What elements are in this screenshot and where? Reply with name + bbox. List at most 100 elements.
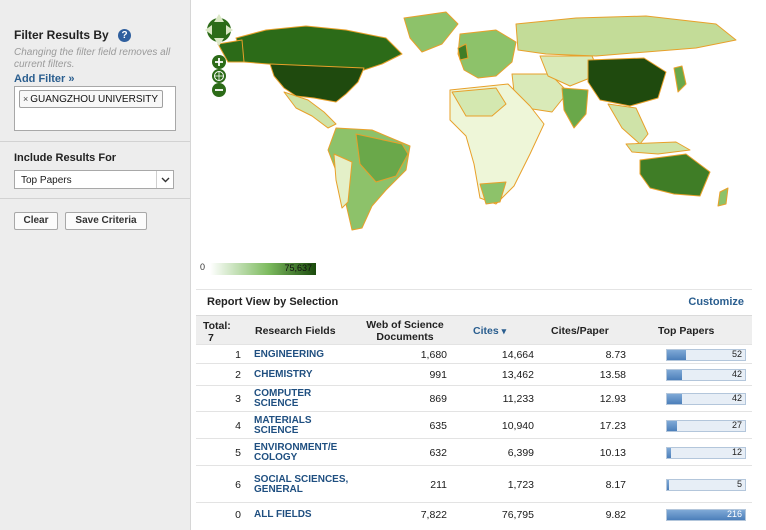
top-papers-bar-fill bbox=[667, 420, 677, 431]
table-row: 0 ALL FIELDS 7,822 76,795 9.82 216 bbox=[196, 502, 752, 527]
rank-cell: 0 bbox=[235, 509, 241, 521]
documents-cell: 211 bbox=[430, 478, 447, 491]
map-region-indonesia[interactable] bbox=[625, 141, 691, 155]
research-field-link[interactable]: MATERIALS SCIENCE bbox=[254, 415, 354, 436]
top-papers-value: 42 bbox=[731, 369, 742, 379]
rank-cell: 6 bbox=[235, 478, 241, 491]
rank-cell: 3 bbox=[235, 393, 241, 405]
cites-per-paper-cell: 9.82 bbox=[605, 509, 626, 521]
documents-cell: 1,680 bbox=[420, 348, 447, 361]
map-legend: 0 75,637 bbox=[196, 262, 326, 276]
filter-results-title: Filter Results By bbox=[14, 28, 109, 42]
documents-cell: 869 bbox=[429, 393, 447, 405]
panel-divider bbox=[0, 141, 190, 142]
map-region-australia[interactable] bbox=[639, 153, 711, 197]
globe-icon[interactable] bbox=[212, 69, 226, 83]
active-filter-box[interactable]: × GUANGZHOU UNIVERSITY bbox=[14, 86, 176, 131]
cites-cell: 14,664 bbox=[501, 348, 534, 361]
report-header: Report View by Selection Customize bbox=[196, 289, 752, 312]
top-papers-bar: 42 bbox=[666, 369, 746, 381]
top-papers-value: 216 bbox=[726, 509, 742, 519]
save-criteria-button[interactable]: Save Criteria bbox=[65, 212, 147, 230]
map-region-usa[interactable] bbox=[269, 63, 365, 103]
total-label: Total: bbox=[203, 320, 231, 332]
cites-per-paper-header[interactable]: Cites/Paper bbox=[551, 325, 609, 337]
map-region-india[interactable] bbox=[561, 87, 589, 129]
cites-cell: 11,233 bbox=[502, 393, 534, 405]
help-icon[interactable]: ? bbox=[118, 29, 131, 42]
top-papers-value: 52 bbox=[731, 348, 742, 359]
cites-cell: 10,940 bbox=[501, 419, 534, 432]
research-field-link[interactable]: SOCIAL SCIENCES, GENERAL bbox=[254, 474, 354, 495]
include-results-title: Include Results For bbox=[14, 152, 117, 164]
top-papers-bar-fill bbox=[667, 479, 669, 490]
zoom-in-icon[interactable] bbox=[212, 55, 226, 69]
pan-control-icon[interactable] bbox=[205, 14, 233, 46]
cites-header[interactable]: Cites ▾ bbox=[473, 325, 506, 337]
panel-divider bbox=[0, 198, 190, 199]
research-field-link[interactable]: CHEMISTRY bbox=[254, 370, 354, 380]
map-region-china[interactable] bbox=[587, 57, 667, 107]
cites-cell: 6,399 bbox=[507, 446, 534, 459]
research-field-link[interactable]: ENVIRONMENT/E COLOGY bbox=[254, 442, 354, 463]
chevron-down-icon[interactable] bbox=[156, 171, 173, 188]
zoom-out-icon[interactable] bbox=[212, 83, 226, 97]
map-region-canada[interactable] bbox=[235, 25, 403, 71]
top-papers-bar-fill bbox=[667, 349, 686, 360]
top-papers-bar-fill bbox=[667, 370, 682, 380]
top-papers-bar: 216 bbox=[666, 509, 746, 521]
table-row: 1 ENGINEERING 1,680 14,664 8.73 52 bbox=[196, 344, 752, 364]
research-field-link[interactable]: COMPUTER SCIENCE bbox=[254, 389, 354, 409]
wos-documents-header[interactable]: Web of Science Documents bbox=[360, 319, 450, 343]
table-row: 4 MATERIALS SCIENCE 635 10,940 17.23 27 bbox=[196, 411, 752, 439]
cites-per-paper-cell: 13.58 bbox=[599, 369, 626, 381]
map-region-greenland[interactable] bbox=[403, 11, 459, 53]
total-value: 7 bbox=[208, 332, 214, 344]
map-region-new-zealand[interactable] bbox=[717, 187, 729, 207]
top-papers-bar: 27 bbox=[666, 419, 746, 432]
research-field-link[interactable]: ALL FIELDS bbox=[254, 510, 354, 520]
sort-desc-icon: ▾ bbox=[501, 326, 507, 336]
top-papers-value: 5 bbox=[736, 478, 742, 489]
cites-per-paper-cell: 8.17 bbox=[605, 478, 626, 491]
top-papers-bar: 5 bbox=[666, 478, 746, 491]
top-papers-bar: 42 bbox=[666, 393, 746, 405]
documents-cell: 7,822 bbox=[420, 509, 447, 521]
filter-sidebar: Filter Results By ? Changing the filter … bbox=[0, 0, 191, 530]
remove-filter-icon[interactable]: × bbox=[23, 94, 28, 104]
rank-cell: 5 bbox=[235, 446, 241, 459]
include-results-select[interactable]: Top Papers bbox=[14, 170, 174, 189]
map-region-southeast-asia[interactable] bbox=[607, 103, 649, 145]
cites-per-paper-cell: 12.93 bbox=[599, 393, 626, 405]
top-papers-bar-fill bbox=[667, 447, 671, 458]
research-fields-header[interactable]: Research Fields bbox=[255, 325, 336, 337]
map-controls bbox=[205, 14, 233, 97]
table-row: 5 ENVIRONMENT/E COLOGY 632 6,399 10.13 12 bbox=[196, 438, 752, 466]
top-papers-header[interactable]: Top Papers bbox=[658, 325, 714, 337]
cites-per-paper-cell: 17.23 bbox=[599, 419, 626, 432]
top-papers-bar: 12 bbox=[666, 446, 746, 459]
table-row: 6 SOCIAL SCIENCES, GENERAL 211 1,723 8.17 5 bbox=[196, 465, 752, 503]
cites-cell: 76,795 bbox=[501, 509, 534, 521]
legend-min-label: 0 bbox=[200, 262, 206, 272]
documents-cell: 635 bbox=[429, 419, 447, 432]
documents-cell: 632 bbox=[429, 446, 447, 459]
research-field-link[interactable]: ENGINEERING bbox=[254, 349, 354, 360]
filter-note: Changing the filter field removes all cu… bbox=[14, 47, 171, 70]
top-papers-value: 42 bbox=[731, 393, 742, 403]
map-region-russia[interactable] bbox=[515, 15, 737, 57]
filter-chip: × GUANGZHOU UNIVERSITY bbox=[19, 90, 164, 108]
cites-header-label: Cites bbox=[473, 325, 499, 337]
documents-cell: 991 bbox=[429, 369, 447, 381]
table-row: 3 COMPUTER SCIENCE 869 11,233 12.93 42 bbox=[196, 385, 752, 412]
map-region-south-africa[interactable] bbox=[479, 181, 507, 205]
clear-button[interactable]: Clear bbox=[14, 212, 58, 230]
top-papers-bar-fill bbox=[667, 394, 682, 404]
map-region-japan[interactable] bbox=[673, 65, 687, 93]
top-papers-value: 27 bbox=[731, 419, 742, 430]
report-title: Report View by Selection bbox=[207, 296, 339, 308]
world-map[interactable] bbox=[196, 4, 762, 256]
add-filter-link[interactable]: Add Filter » bbox=[14, 73, 75, 85]
customize-link[interactable]: Customize bbox=[688, 296, 744, 308]
cites-cell: 1,723 bbox=[507, 478, 534, 491]
